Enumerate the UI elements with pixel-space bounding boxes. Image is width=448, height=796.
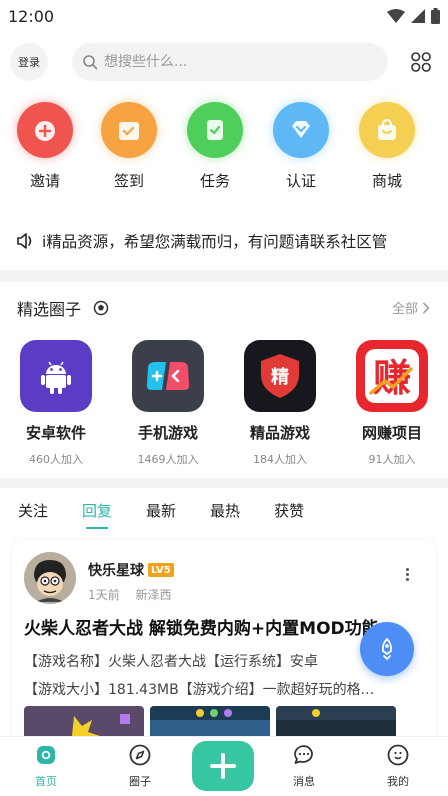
feed-section: 关注 回复 最新 最热 获赞 快乐星球 LV5 1天前 新泽西 火柴人忍者大战 … [0, 488, 448, 750]
quick-action-label: 签到 [113, 172, 144, 190]
nav-home[interactable]: 首页 [16, 743, 76, 789]
nav-circles[interactable]: 圈子 [110, 743, 170, 789]
circle-name: 网赚项目 [361, 424, 422, 442]
circle-card-premium-games[interactable]: 精 精品游戏 184人加入 [230, 340, 330, 467]
search-input[interactable] [104, 54, 364, 70]
circle-member-count: 1469人加入 [137, 453, 199, 466]
smile-icon [387, 744, 409, 766]
quick-actions: 邀请 签到 任务 认证 商城 [0, 92, 448, 212]
message-icon [294, 745, 313, 764]
circles-more-label: 全部 [391, 302, 418, 317]
tab-follow[interactable]: 关注 [18, 500, 48, 521]
post-author: 快乐星球 LV5 [88, 560, 174, 580]
category-grid-button[interactable] [408, 49, 434, 75]
search-icon [83, 55, 98, 70]
notice-bar[interactable]: i精品资源，希望您满载而归，有问题请联系社区管 [0, 212, 448, 270]
earn-icon: 赚 [356, 340, 428, 412]
tab-hottest[interactable]: 最热 [210, 500, 240, 521]
nav-profile[interactable]: 我的 [368, 743, 428, 789]
nav-label: 首页 [35, 775, 57, 788]
rocket-float-button[interactable] [360, 622, 414, 676]
post-add-button[interactable] [192, 741, 254, 791]
shield-jing-text: 精 [271, 366, 289, 388]
compass-icon [129, 744, 151, 766]
quick-action-checkin[interactable]: 签到 [94, 102, 164, 191]
plus-icon [210, 753, 236, 779]
invite-icon [17, 102, 73, 158]
circle-name: 安卓软件 [25, 424, 86, 442]
quick-action-invite[interactable]: 邀请 [10, 102, 80, 191]
circle-name: 精品游戏 [249, 424, 310, 442]
quick-action-label: 商城 [371, 172, 402, 190]
author-name[interactable]: 快乐星球 [88, 560, 144, 580]
quick-action-verify[interactable]: 认证 [266, 102, 336, 191]
post-time: 1天前 [88, 588, 120, 602]
android-icon [20, 340, 92, 412]
verify-icon [273, 102, 329, 158]
quick-action-task[interactable]: 任务 [180, 102, 250, 191]
circle-member-count: 91人加入 [368, 453, 416, 466]
avatar[interactable] [24, 552, 76, 604]
nav-label: 我的 [387, 775, 409, 788]
checkin-icon [101, 102, 157, 158]
speaker-icon [17, 233, 32, 249]
circle-card-online-earning[interactable]: 赚 网赚项目 91人加入 [342, 340, 442, 467]
featured-circles: 精选圈子 全部 安卓软件 460人加入 手机游戏 1469人加入 精 精品游戏 … [0, 282, 448, 478]
home-icon [37, 746, 55, 764]
rocket-icon [381, 638, 393, 661]
circles-all-link[interactable]: 全部 [392, 298, 430, 317]
quick-action-label: 任务 [199, 172, 230, 190]
quick-action-label: 认证 [285, 172, 316, 190]
chevron-right-icon [422, 301, 430, 314]
nav-label: 圈子 [129, 775, 151, 788]
feed-tabs: 关注 回复 最新 最热 获赞 [0, 488, 448, 532]
quick-action-label: 邀请 [29, 172, 60, 190]
earn-glyph: 赚 [373, 356, 411, 400]
circle-name: 手机游戏 [137, 424, 198, 442]
circle-member-count: 184人加入 [253, 453, 307, 466]
post-meta: 1天前 新泽西 [88, 586, 171, 603]
task-icon [187, 102, 243, 158]
circles-header: 精选圈子 [17, 296, 109, 320]
bottom-nav: 首页 圈子 消息 我的 [0, 736, 448, 796]
quick-action-shop[interactable]: 商城 [352, 102, 422, 191]
wifi-icon [387, 9, 405, 23]
level-badge: LV5 [148, 563, 174, 577]
shield-jing-icon: 精 [244, 340, 316, 412]
login-button[interactable]: 登录 [10, 43, 48, 81]
gamepad-icon [132, 340, 204, 412]
status-time: 12:00 [8, 6, 55, 26]
tab-most-liked[interactable]: 获赞 [274, 500, 304, 521]
nav-label: 消息 [293, 775, 315, 788]
circle-member-count: 460人加入 [29, 453, 83, 466]
tab-latest[interactable]: 最新 [146, 500, 176, 521]
circle-card-android[interactable]: 安卓软件 460人加入 [6, 340, 106, 467]
soccer-ball-icon [93, 300, 109, 316]
search-box[interactable] [72, 43, 388, 81]
notice-text: i精品资源，希望您满载而归，有问题请联系社区管 [42, 233, 388, 251]
more-options-icon[interactable] [406, 568, 410, 581]
signal-icon [411, 9, 425, 23]
post-body-line: 【游戏大小】181.43MB【游戏介绍】一款超好玩的格... [24, 682, 375, 698]
circles-title: 精选圈子 [17, 300, 82, 319]
status-icons [387, 8, 440, 24]
circle-card-mobile-games[interactable]: 手机游戏 1469人加入 [118, 340, 218, 467]
post-location: 新泽西 [135, 588, 172, 602]
battery-icon [431, 8, 440, 24]
grid-icon [411, 52, 431, 72]
nav-messages[interactable]: 消息 [274, 743, 334, 789]
top-header: 登录 [0, 32, 448, 92]
shop-icon [359, 102, 415, 158]
tab-reply[interactable]: 回复 [82, 500, 112, 529]
status-bar: 12:00 [0, 0, 448, 32]
